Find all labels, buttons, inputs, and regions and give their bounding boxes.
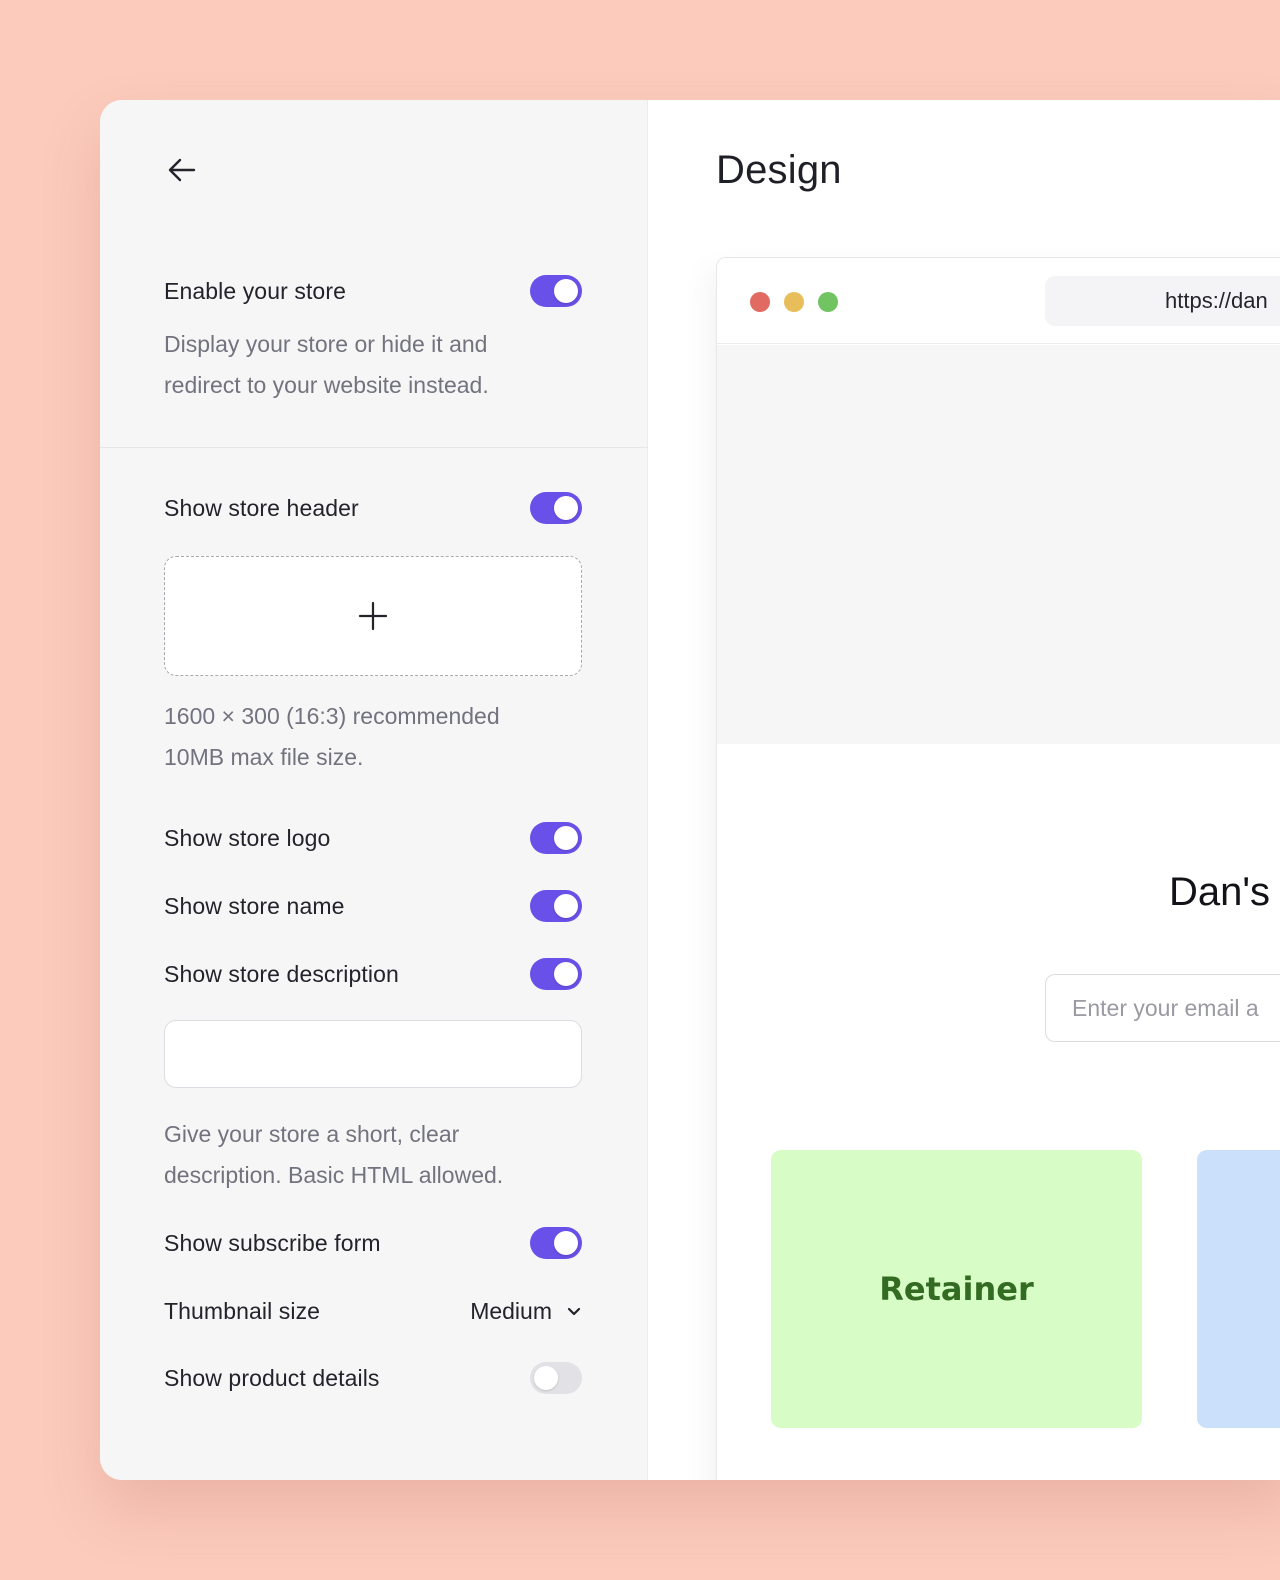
maximize-dot-icon	[818, 292, 838, 312]
store-header-placeholder	[717, 345, 1280, 744]
product-card[interactable]	[1197, 1150, 1280, 1428]
show-logo-toggle[interactable]	[530, 822, 582, 854]
url-bar[interactable]: https://dan	[1045, 276, 1280, 326]
show-description-label: Show store description	[164, 960, 399, 987]
show-name-label: Show store name	[164, 892, 345, 919]
help-line: 10MB max file size.	[164, 744, 364, 770]
help-line: Give your store a short, clear	[164, 1121, 460, 1147]
show-logo-row: Show store logo	[164, 821, 582, 855]
header-image-upload[interactable]	[164, 556, 582, 676]
toggle-knob	[554, 1231, 578, 1255]
app-window: Enable your store Display your store or …	[100, 100, 1280, 1480]
plus-icon	[358, 601, 388, 631]
thumbnail-size-label: Thumbnail size	[164, 1297, 321, 1324]
help-line: Display your store or hide it and	[164, 331, 488, 357]
chevron-down-icon	[567, 1307, 581, 1316]
subscribe-email-input[interactable]	[1045, 974, 1280, 1042]
settings-sidebar: Enable your store Display your store or …	[100, 100, 648, 1480]
help-line: redirect to your website instead.	[164, 372, 489, 398]
toggle-knob	[534, 1366, 558, 1390]
show-description-row: Show store description	[164, 957, 582, 991]
thumbnail-size-select[interactable]: Medium	[470, 1298, 582, 1325]
show-header-row: Show store header	[164, 491, 582, 525]
show-name-toggle[interactable]	[530, 890, 582, 922]
arrow-left-icon	[168, 158, 196, 182]
enable-store-label: Enable your store	[164, 277, 346, 304]
show-subscribe-row: Show subscribe form	[164, 1226, 582, 1260]
show-name-row: Show store name	[164, 889, 582, 923]
enable-store-help: Display your store or hide it and redire…	[164, 324, 584, 406]
store-name: Dan's	[1169, 870, 1271, 914]
section-divider	[100, 447, 648, 448]
description-help: Give your store a short, clear descripti…	[164, 1114, 584, 1196]
help-line: 1600 × 300 (16:3) recommended	[164, 703, 500, 729]
show-header-toggle[interactable]	[530, 492, 582, 524]
minimize-dot-icon	[784, 292, 804, 312]
thumbnail-size-value: Medium	[470, 1297, 552, 1324]
product-card[interactable]: Retainer	[771, 1150, 1142, 1428]
back-button[interactable]	[164, 152, 200, 188]
show-product-details-label: Show product details	[164, 1364, 380, 1391]
show-header-label: Show store header	[164, 494, 359, 521]
help-line: description. Basic HTML allowed.	[164, 1162, 504, 1188]
show-product-details-toggle[interactable]	[530, 1362, 582, 1394]
show-product-details-row: Show product details	[164, 1361, 582, 1395]
store-description-input[interactable]	[164, 1020, 582, 1088]
browser-toolbar: https://dan	[717, 258, 1280, 344]
enable-store-row: Enable your store	[164, 274, 582, 308]
toggle-knob	[554, 496, 578, 520]
page-title: Design	[716, 148, 842, 192]
show-subscribe-toggle[interactable]	[530, 1227, 582, 1259]
product-card-title: Retainer	[879, 1270, 1034, 1308]
url-text: https://dan	[1165, 288, 1268, 313]
close-dot-icon	[750, 292, 770, 312]
toggle-knob	[554, 279, 578, 303]
show-logo-label: Show store logo	[164, 824, 331, 851]
thumbnail-size-row: Thumbnail size Medium	[164, 1294, 582, 1328]
toggle-knob	[554, 826, 578, 850]
header-image-help: 1600 × 300 (16:3) recommended 10MB max f…	[164, 696, 584, 778]
toggle-knob	[554, 894, 578, 918]
show-subscribe-label: Show subscribe form	[164, 1229, 381, 1256]
enable-store-toggle[interactable]	[530, 275, 582, 307]
toggle-knob	[554, 962, 578, 986]
store-preview-browser: https://dan Dan's Retainer	[716, 257, 1280, 1480]
show-description-toggle[interactable]	[530, 958, 582, 990]
